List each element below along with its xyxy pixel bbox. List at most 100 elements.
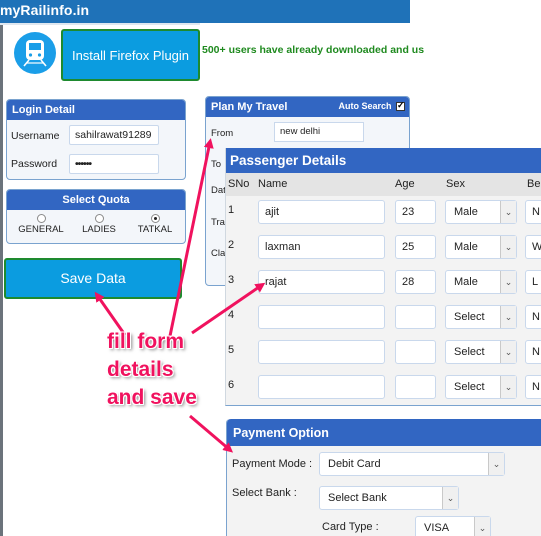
annotation-line-2: details bbox=[107, 358, 174, 381]
password-label: Password bbox=[11, 158, 58, 170]
quota-label-general: GENERAL bbox=[18, 224, 64, 235]
select-bank-value: Select Bank bbox=[328, 492, 387, 504]
col-sex: Sex bbox=[446, 178, 465, 190]
passenger-name-input[interactable]: rajat bbox=[258, 270, 385, 294]
passenger-sex-value: Male bbox=[454, 241, 478, 253]
passenger-row: 3 rajat 28 Male ⌄ L bbox=[226, 266, 541, 301]
passenger-sex-value: Select bbox=[454, 346, 485, 358]
passenger-age-input[interactable] bbox=[395, 340, 436, 364]
auto-search-label: Auto Search bbox=[338, 101, 392, 111]
passenger-berth-select[interactable]: L bbox=[525, 270, 541, 294]
window-left-border bbox=[0, 0, 3, 536]
passenger-berth-value: N bbox=[532, 381, 540, 393]
radio-tatkal[interactable] bbox=[150, 214, 160, 223]
passenger-row: 2 laxman 25 Male ⌄ W bbox=[226, 231, 541, 266]
chevron-down-icon: ⌄ bbox=[442, 487, 458, 509]
passenger-sno: 1 bbox=[228, 204, 235, 216]
passenger-sex-select[interactable]: Select ⌄ bbox=[445, 305, 517, 329]
auto-search-checkbox[interactable] bbox=[396, 100, 405, 112]
date-label: Dat bbox=[211, 185, 226, 196]
password-input[interactable]: •••••• bbox=[69, 154, 159, 174]
annotation-line-1: fill form bbox=[107, 330, 184, 353]
quota-label-tatkal: TATKAL bbox=[137, 224, 173, 235]
quota-option-tatkal[interactable]: TATKAL bbox=[125, 214, 185, 235]
chevron-down-icon: ⌄ bbox=[500, 271, 516, 293]
passenger-sex-select[interactable]: Select ⌄ bbox=[445, 340, 517, 364]
col-berth: Ber bbox=[527, 178, 541, 190]
class-label: Cla bbox=[211, 248, 226, 259]
col-name: Name bbox=[258, 178, 288, 190]
passenger-name-input[interactable] bbox=[258, 340, 385, 364]
select-bank-select[interactable]: Select Bank ⌄ bbox=[319, 486, 459, 510]
username-input[interactable]: sahilrawat91289 bbox=[69, 125, 159, 145]
from-input[interactable]: new delhi bbox=[274, 122, 364, 142]
passenger-age-input[interactable] bbox=[395, 305, 436, 329]
passenger-sno: 2 bbox=[228, 239, 235, 251]
install-plugin-button[interactable]: Install Firefox Plugin bbox=[61, 29, 200, 81]
chevron-down-icon: ⌄ bbox=[500, 341, 516, 363]
passenger-row: 5 Select ⌄ N bbox=[226, 336, 541, 371]
passenger-berth-value: N bbox=[532, 206, 540, 218]
site-header: myRailinfo.in bbox=[0, 0, 410, 23]
to-label: To bbox=[211, 159, 222, 170]
passenger-berth-value: N bbox=[532, 346, 540, 358]
chevron-down-icon: ⌄ bbox=[500, 376, 516, 398]
payment-option-title: Payment Option bbox=[227, 419, 541, 446]
passenger-age-input[interactable]: 23 bbox=[395, 200, 436, 224]
chevron-down-icon: ⌄ bbox=[500, 201, 516, 223]
passenger-berth-select[interactable]: N bbox=[525, 305, 541, 329]
passenger-sex-value: Male bbox=[454, 276, 478, 288]
passenger-sex-select[interactable]: Male ⌄ bbox=[445, 270, 517, 294]
chevron-down-icon: ⌄ bbox=[474, 517, 490, 536]
card-type-value: VISA bbox=[424, 522, 450, 534]
passenger-age-input[interactable]: 25 bbox=[395, 235, 436, 259]
annotation-text: fill form details and save bbox=[107, 328, 197, 412]
passenger-sex-select[interactable]: Select ⌄ bbox=[445, 375, 517, 399]
passenger-row: 1 ajit 23 Male ⌄ N bbox=[226, 196, 541, 231]
passenger-age-input[interactable]: 28 bbox=[395, 270, 436, 294]
passenger-table-header: SNo Name Age Sex Ber bbox=[226, 173, 541, 196]
passenger-berth-value: L bbox=[532, 276, 539, 288]
passenger-details-title: Passenger Details bbox=[226, 148, 541, 173]
radio-ladies[interactable] bbox=[94, 214, 104, 223]
passenger-name-input[interactable]: ajit bbox=[258, 200, 385, 224]
passenger-name-input[interactable] bbox=[258, 305, 385, 329]
passenger-berth-select[interactable]: N bbox=[525, 340, 541, 364]
site-title: myRailinfo.in bbox=[0, 2, 90, 18]
train-icon bbox=[14, 32, 56, 74]
payment-mode-value: Debit Card bbox=[328, 458, 381, 470]
save-data-button[interactable]: Save Data bbox=[4, 258, 182, 299]
payment-mode-select[interactable]: Debit Card ⌄ bbox=[319, 452, 505, 476]
passenger-berth-select[interactable]: W bbox=[525, 235, 541, 259]
card-type-select[interactable]: VISA ⌄ bbox=[415, 516, 491, 536]
col-age: Age bbox=[395, 178, 415, 190]
radio-general[interactable] bbox=[36, 214, 46, 223]
col-sno: SNo bbox=[228, 178, 250, 190]
passenger-name-input[interactable]: laxman bbox=[258, 235, 385, 259]
download-count-note: 500+ users have already downloaded and u… bbox=[202, 44, 425, 56]
passenger-sex-select[interactable]: Male ⌄ bbox=[445, 200, 517, 224]
card-type-label: Card Type : bbox=[322, 521, 379, 533]
passenger-berth-select[interactable]: N bbox=[525, 200, 541, 224]
quota-option-ladies[interactable]: LADIES bbox=[69, 214, 129, 235]
quota-option-general[interactable]: GENERAL bbox=[11, 214, 71, 235]
passenger-age-input[interactable] bbox=[395, 375, 436, 399]
passenger-sex-select[interactable]: Male ⌄ bbox=[445, 235, 517, 259]
passenger-sex-value: Select bbox=[454, 311, 485, 323]
from-label: From bbox=[211, 128, 234, 139]
select-bank-label: Select Bank : bbox=[232, 487, 297, 499]
passenger-berth-value: N bbox=[532, 311, 540, 323]
passenger-sex-value: Male bbox=[454, 206, 478, 218]
payment-mode-label: Payment Mode : bbox=[232, 458, 313, 470]
select-quota-title: Select Quota bbox=[7, 190, 185, 210]
passenger-row: 4 Select ⌄ N bbox=[226, 301, 541, 336]
chevron-down-icon: ⌄ bbox=[500, 236, 516, 258]
header-divider bbox=[0, 23, 200, 25]
passenger-sno: 3 bbox=[228, 274, 235, 286]
chevron-down-icon: ⌄ bbox=[500, 306, 516, 328]
arrow-to-payment bbox=[189, 414, 234, 453]
passenger-berth-select[interactable]: N bbox=[525, 375, 541, 399]
chevron-down-icon: ⌄ bbox=[488, 453, 504, 475]
auto-search-toggle[interactable]: Auto Search bbox=[338, 100, 405, 112]
passenger-name-input[interactable] bbox=[258, 375, 385, 399]
